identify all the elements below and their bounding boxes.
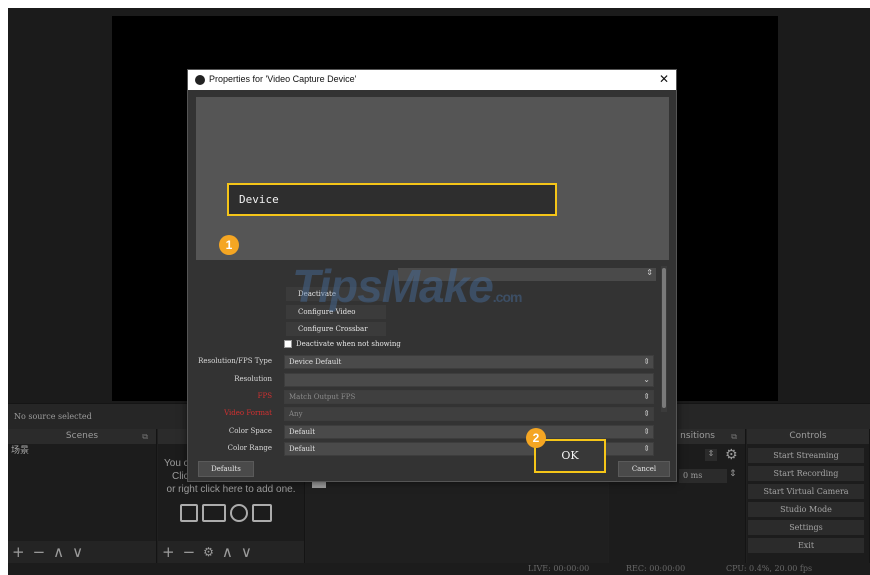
spin-icon: ⇕ bbox=[643, 357, 650, 366]
resolution-fps-type-label: Resolution/FPS Type bbox=[198, 357, 272, 365]
scrollbar-thumb[interactable] bbox=[662, 268, 666, 408]
properties-scrollbar[interactable] bbox=[661, 266, 667, 412]
dialog-titlebar: Properties for 'Video Capture Device' ✕ bbox=[188, 70, 676, 90]
checkbox-label: Deactivate when not showing bbox=[296, 340, 401, 348]
resolution-fps-type-select[interactable]: Device Default ⇕ bbox=[284, 355, 654, 369]
fps-value: Match Output FPS bbox=[289, 393, 356, 401]
video-format-row: Video Format Any ⇕ bbox=[188, 407, 660, 422]
checkbox[interactable] bbox=[284, 340, 292, 348]
spin-icon: ⇕ bbox=[643, 409, 650, 418]
tipsmake-watermark: TipsMake.com bbox=[292, 259, 523, 313]
resolution-fps-type-value: Device Default bbox=[289, 358, 342, 366]
video-format-label: Video Format bbox=[224, 409, 272, 417]
spin-icon: ⇕ bbox=[646, 268, 653, 277]
ok-button[interactable]: OK bbox=[534, 439, 606, 473]
configure-crossbar-button[interactable]: Configure Crossbar bbox=[286, 322, 386, 336]
color-space-label: Color Space bbox=[228, 427, 272, 435]
resolution-row: Resolution ⌄ bbox=[188, 373, 660, 388]
watermark-suffix: .com bbox=[492, 289, 523, 305]
chevron-down-icon: ⌄ bbox=[643, 375, 650, 384]
ok-button-label: OK bbox=[561, 449, 579, 462]
color-space-select[interactable]: Default ⇕ bbox=[284, 425, 654, 439]
fps-label: FPS bbox=[257, 392, 272, 400]
video-format-select[interactable]: Any ⇕ bbox=[284, 407, 654, 421]
deactivate-when-not-showing-checkbox[interactable]: Deactivate when not showing bbox=[284, 340, 401, 348]
fps-row: FPS Match Output FPS ⇕ bbox=[188, 390, 660, 405]
spin-icon: ⇕ bbox=[643, 392, 650, 401]
color-space-row: Color Space Default ⇕ bbox=[188, 425, 660, 440]
dialog-preview bbox=[196, 97, 669, 260]
step-2-badge: 2 bbox=[526, 428, 546, 448]
color-range-label: Color Range bbox=[227, 444, 272, 452]
defaults-button[interactable]: Defaults bbox=[198, 461, 254, 477]
step-1-badge: 1 bbox=[219, 235, 239, 255]
resolution-fps-type-row: Resolution/FPS Type Device Default ⇕ bbox=[188, 355, 660, 370]
resolution-combo[interactable]: ⌄ bbox=[284, 373, 654, 387]
color-space-value: Default bbox=[289, 428, 316, 436]
cancel-button[interactable]: Cancel bbox=[618, 461, 670, 477]
video-format-value: Any bbox=[289, 410, 303, 418]
obs-logo-icon bbox=[195, 75, 205, 85]
dialog-title: Properties for 'Video Capture Device' bbox=[209, 74, 357, 84]
device-label: Device bbox=[239, 193, 279, 206]
color-range-value: Default bbox=[289, 445, 316, 453]
fps-select[interactable]: Match Output FPS ⇕ bbox=[284, 390, 654, 404]
spin-icon: ⇕ bbox=[643, 444, 650, 453]
device-highlight[interactable]: Device bbox=[227, 183, 557, 216]
spin-icon: ⇕ bbox=[643, 427, 650, 436]
watermark-text: TipsMake bbox=[292, 260, 494, 312]
resolution-label: Resolution bbox=[234, 375, 272, 383]
close-icon[interactable]: ✕ bbox=[659, 72, 669, 86]
